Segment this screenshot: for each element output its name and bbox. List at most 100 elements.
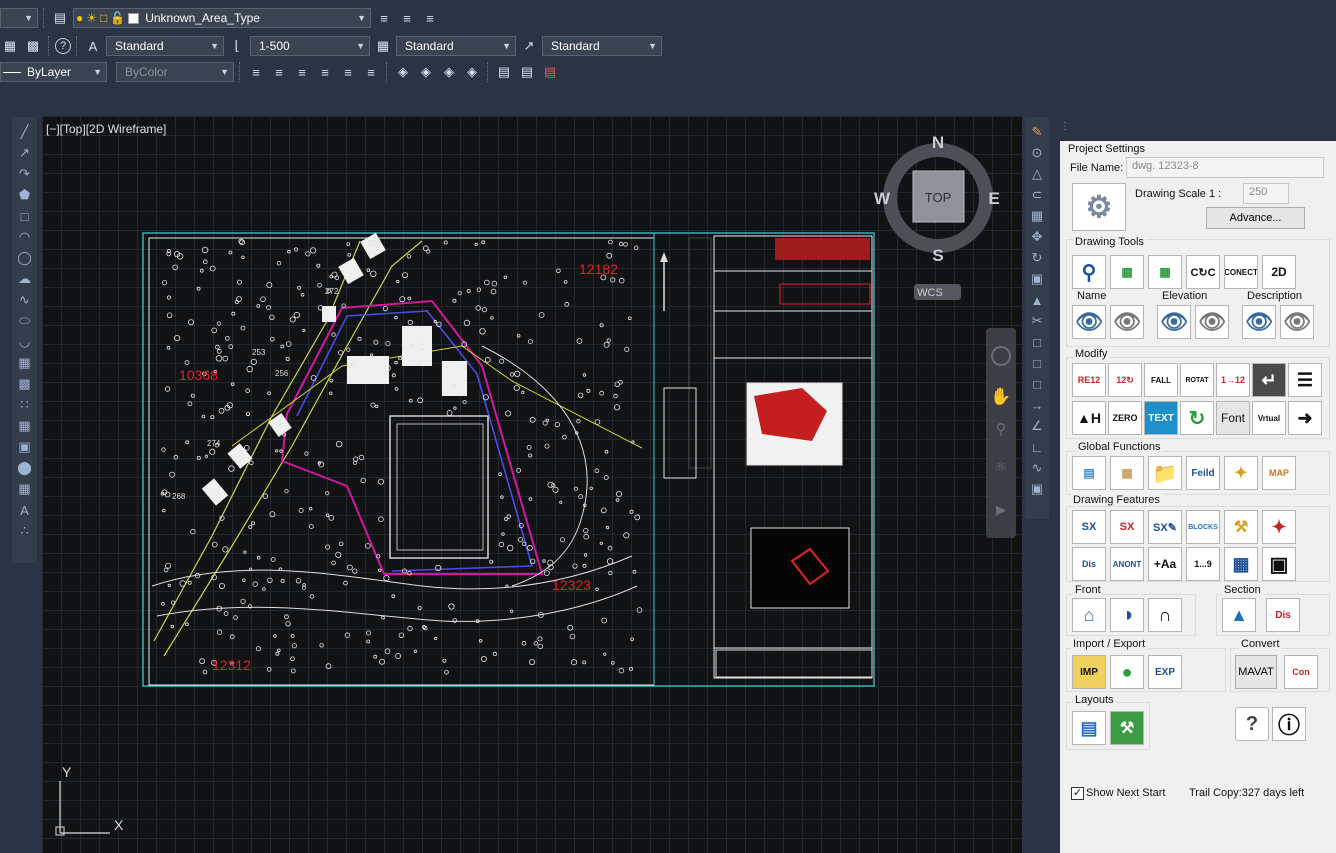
number-rotate-button[interactable]: 12↻ — [1108, 363, 1142, 397]
break-at-point-icon[interactable]: □ — [1028, 375, 1046, 393]
magic-wand-button[interactable]: ✦ — [1224, 456, 1258, 490]
line-icon[interactable]: ╱ — [16, 123, 34, 141]
revision-cloud-icon[interactable]: ☁ — [16, 270, 34, 288]
explode-icon[interactable]: ▣ — [1028, 480, 1046, 498]
text-style-icon[interactable]: A — [83, 36, 103, 56]
copy-icon[interactable]: ⊙ — [1028, 144, 1046, 162]
color-dropdown[interactable]: ByColor ▼ — [116, 62, 234, 82]
pan-icon[interactable]: ✋ — [990, 386, 1011, 407]
mleader-style-icon[interactable]: ↗ — [519, 36, 539, 56]
add-selected-icon[interactable]: ∴ — [16, 522, 34, 540]
mirror-icon[interactable]: △ — [1028, 165, 1046, 183]
table-icon[interactable]: ▦ — [16, 480, 34, 498]
export-button[interactable]: EXP — [1148, 655, 1182, 689]
table-style-icon[interactable]: ▦ — [373, 36, 393, 56]
mleader-style-dropdown[interactable]: Standard ▼ — [542, 36, 662, 56]
rotate-name-button[interactable]: ROTAT — [1180, 363, 1214, 397]
hatch-icon[interactable]: ▦ — [16, 417, 34, 435]
text-refresh-button[interactable]: ↻ — [1180, 401, 1214, 435]
arch-front-button[interactable]: ∩ — [1148, 598, 1182, 632]
layer-state-icon[interactable]: ≡ — [420, 8, 440, 28]
return-button[interactable]: ↵ — [1252, 363, 1286, 397]
blocks-button[interactable]: BLOCKS — [1186, 510, 1220, 544]
stretch-icon[interactable]: ▲ — [1028, 291, 1046, 309]
show-next-start-checkbox[interactable]: ✓ — [1071, 787, 1084, 800]
layer-tool-icon[interactable]: ≡ — [246, 62, 266, 82]
zoom-search-button[interactable]: ⚲ — [1072, 255, 1106, 289]
ruler-button[interactable]: ⚒ — [1224, 510, 1258, 544]
connect-button[interactable]: CONECT — [1224, 255, 1258, 289]
layer-properties-icon[interactable]: ▤ — [50, 8, 70, 28]
rotate-icon[interactable]: ↻ — [1028, 249, 1046, 267]
dim-style-icon[interactable]: ⌊ — [227, 36, 247, 56]
folder-button[interactable]: 📁 — [1148, 456, 1182, 490]
dis-line-button[interactable]: Dis — [1266, 598, 1300, 632]
layer-tool-icon[interactable]: ≡ — [292, 62, 312, 82]
gradient-icon[interactable]: ▣ — [16, 438, 34, 456]
text-style-dropdown[interactable]: Standard ▼ — [106, 36, 224, 56]
numbering-button[interactable]: 1...9 — [1186, 547, 1220, 581]
add-points-button[interactable]: ▦ — [1148, 255, 1182, 289]
exit-button[interactable]: ➜ — [1288, 401, 1322, 435]
dim-style-dropdown[interactable]: 1-500 ▼ — [250, 36, 370, 56]
layer-delete-icon[interactable]: ▤ — [540, 62, 560, 82]
sx-edit-button[interactable]: SX✎ — [1148, 510, 1182, 544]
layer-tool-icon[interactable]: ≡ — [269, 62, 289, 82]
fall-button[interactable]: FALL — [1144, 363, 1178, 397]
field-button[interactable]: Feild — [1186, 456, 1220, 490]
layer-isolate-icon[interactable]: ◈ — [439, 62, 459, 82]
ellipse-icon[interactable]: ⬭ — [16, 312, 34, 330]
add-text-button[interactable]: +Aa — [1148, 547, 1182, 581]
region-icon[interactable]: ⬤ — [16, 459, 34, 477]
array-icon[interactable]: ▦ — [1028, 207, 1046, 225]
model-space-canvas[interactable]: [−][Top][2D Wireframe] 12182 10368 12323… — [42, 116, 1022, 853]
circle-icon[interactable]: ◯ — [16, 249, 34, 267]
trim-icon[interactable]: ✂ — [1028, 312, 1046, 330]
break-icon[interactable]: □ — [1028, 354, 1046, 372]
make-current-layer-icon[interactable]: ≡ — [374, 8, 394, 28]
layer-isolate-icon[interactable]: ◈ — [393, 62, 413, 82]
extend-icon[interactable]: □ — [1028, 333, 1046, 351]
ellipse-arc-icon[interactable]: ◡ — [16, 333, 34, 351]
arc-icon[interactable]: ◠ — [16, 228, 34, 246]
insert-block-icon[interactable]: ▦ — [16, 354, 34, 372]
frame-button[interactable]: ▣ — [1262, 547, 1296, 581]
hide-description-eye-button[interactable]: 👁 — [1280, 305, 1314, 339]
map-button[interactable]: MAP — [1262, 456, 1296, 490]
table-button[interactable]: ▦ — [1224, 547, 1258, 581]
point-icon[interactable]: ∷ — [16, 396, 34, 414]
move-icon[interactable]: ✥ — [1028, 228, 1046, 246]
layer-lock-icon[interactable]: 🔓 — [110, 11, 125, 25]
orbit-icon[interactable]: ⚛ — [994, 458, 1007, 476]
blend-curves-icon[interactable]: ∿ — [1028, 459, 1046, 477]
layer-on-icon[interactable]: ● — [76, 11, 83, 25]
connect-c-button[interactable]: C↻C — [1186, 255, 1220, 289]
join-icon[interactable]: → — [1028, 396, 1046, 414]
multiline-text-icon[interactable]: A — [16, 501, 34, 519]
info-button[interactable]: ⓘ — [1272, 707, 1306, 741]
convert-button[interactable]: Con — [1284, 655, 1318, 689]
layer-previous-icon[interactable]: ≡ — [397, 8, 417, 28]
house-front-button[interactable]: ⌂ — [1072, 598, 1106, 632]
show-description-eye-button[interactable]: 👁 — [1242, 305, 1276, 339]
scale-icon[interactable]: ▣ — [1028, 270, 1046, 288]
viewcube[interactable]: TOP N S E W WCS — [874, 133, 1000, 300]
offset-icon[interactable]: ⊂ — [1028, 186, 1046, 204]
help-icon[interactable]: ? — [55, 38, 71, 54]
fillet-icon[interactable]: ∟ — [1028, 438, 1046, 456]
import-button[interactable]: IMP — [1072, 655, 1106, 689]
add-grid-point-button[interactable]: ▦ — [1110, 255, 1144, 289]
make-block-icon[interactable]: ▩ — [16, 375, 34, 393]
layer-isolate-icon[interactable]: ◈ — [462, 62, 482, 82]
hide-name-eye-button[interactable]: 👁 — [1110, 305, 1144, 339]
circle-front-button[interactable]: ◑ — [1110, 598, 1144, 632]
table-grid-button[interactable]: ▦ — [1110, 456, 1144, 490]
renumber-order-button[interactable]: 1→12 — [1216, 363, 1250, 397]
construction-line-icon[interactable]: ↗ — [16, 144, 34, 162]
list-button[interactable]: ☰ — [1288, 363, 1322, 397]
help-button[interactable]: ? — [1235, 707, 1269, 741]
anon-button[interactable]: ANONT — [1110, 547, 1144, 581]
spline-icon[interactable]: ∿ — [16, 291, 34, 309]
showmotion-icon[interactable]: ▶ — [996, 503, 1006, 518]
layer-dropdown[interactable]: ● ☀ □ 🔓 Unknown_Area_Type ▼ — [73, 8, 371, 28]
